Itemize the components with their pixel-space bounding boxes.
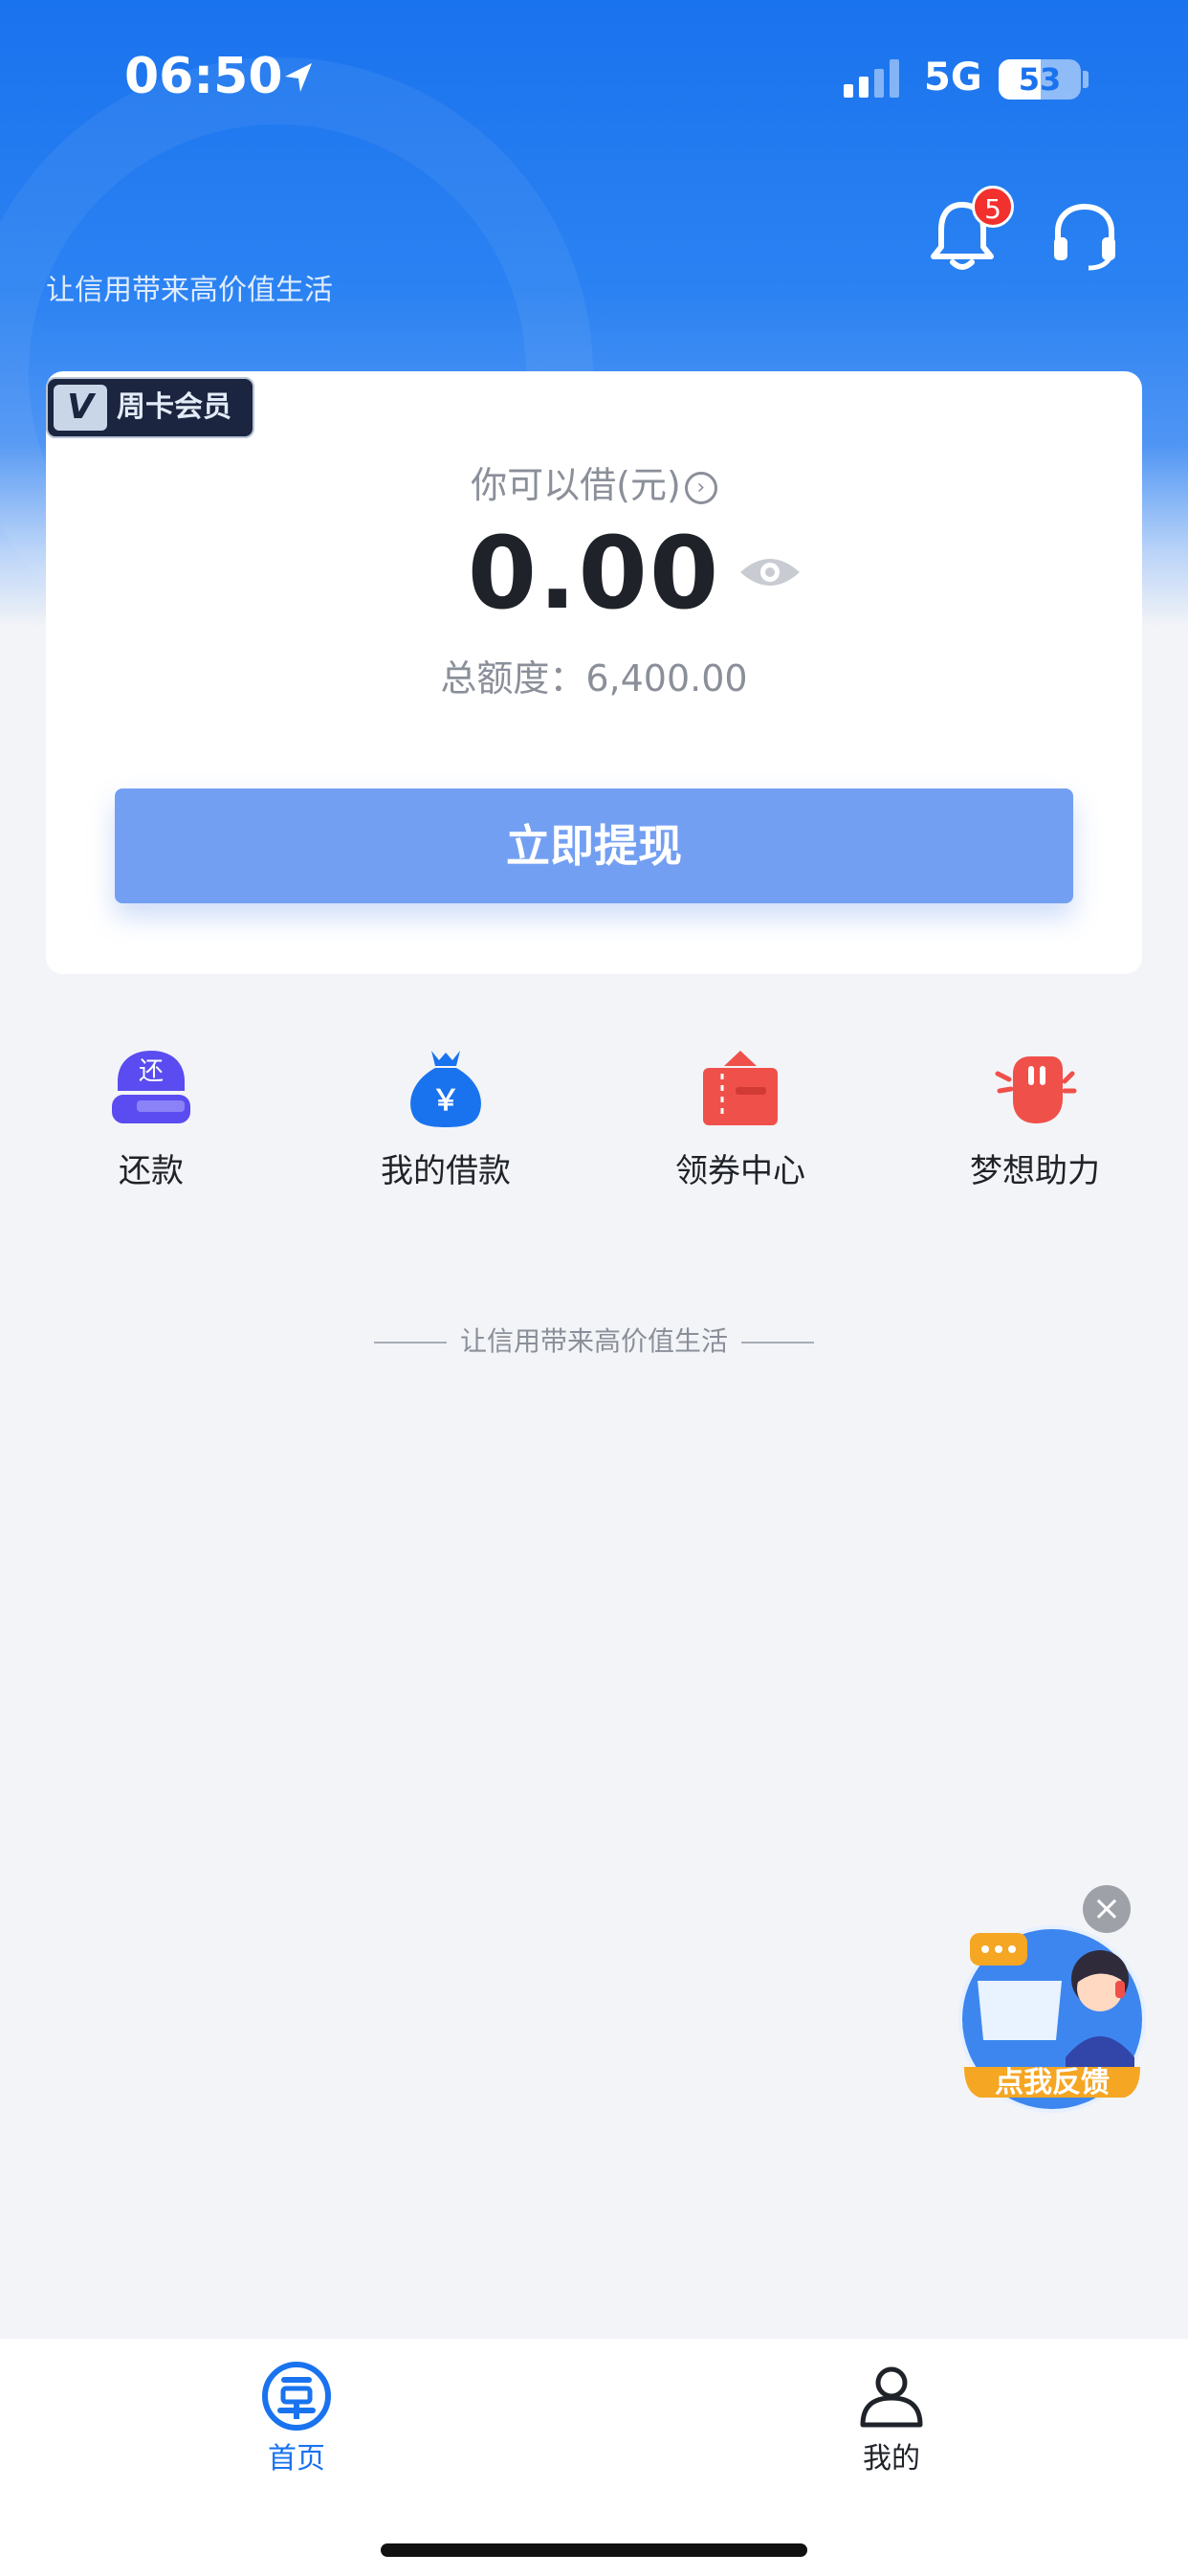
available-amount: 0.00 xyxy=(467,515,721,632)
repay-icon: 还 xyxy=(112,1051,190,1123)
vip-badge-label: 周卡会员 xyxy=(117,390,231,424)
battery-level: 53 xyxy=(1018,61,1062,98)
action-my-loans[interactable]: ￥ 我的借款 xyxy=(350,1045,541,1191)
location-arrow-icon xyxy=(285,63,312,92)
header-tagline: 让信用带来高价值生活 xyxy=(46,274,333,307)
customer-service-icon[interactable] xyxy=(1046,197,1123,274)
network-type: 5G xyxy=(924,56,982,100)
money-bag-icon: ￥ xyxy=(410,1051,481,1127)
loan-card: V 周卡会员 你可以借(元) › 0.00 总额度：6,400.00 立即提现 xyxy=(46,371,1142,974)
action-dream-boost[interactable]: 梦想助力 xyxy=(939,1045,1131,1191)
user-icon xyxy=(860,2366,923,2428)
battery-icon: 53 xyxy=(999,59,1081,100)
vip-badge[interactable]: V 周卡会员 xyxy=(46,377,254,438)
bottom-tab-bar: 首页 我的 xyxy=(0,2339,1188,2576)
action-coupon-center-label: 领券中心 xyxy=(675,1152,805,1190)
tab-mine-label: 我的 xyxy=(863,2442,920,2476)
home-indicator[interactable] xyxy=(381,2543,807,2557)
divider-left xyxy=(373,1342,447,1344)
repay-icon-glyph: 还 xyxy=(139,1057,164,1086)
home-logo-icon xyxy=(262,2362,331,2431)
fist-icon xyxy=(995,1056,1077,1123)
can-borrow-label: 你可以借(元) › xyxy=(46,455,1142,508)
can-borrow-text: 你可以借(元) xyxy=(471,464,681,506)
vip-logo-icon: V xyxy=(54,385,107,431)
status-time: 06:50 xyxy=(124,48,283,105)
action-dream-boost-label: 梦想助力 xyxy=(970,1152,1100,1190)
footer-slogan-text: 让信用带来高价值生活 xyxy=(459,1325,728,1357)
total-limit: 总额度：6,400.00 xyxy=(440,657,748,700)
signal-icon xyxy=(844,59,899,98)
feedback-label: 点我反馈 xyxy=(995,2066,1110,2099)
money-bag-icon-glyph: ￥ xyxy=(431,1084,460,1118)
coupon-icon xyxy=(703,1051,778,1125)
divider-right xyxy=(741,1342,814,1344)
action-my-loans-label: 我的借款 xyxy=(381,1152,511,1190)
tab-home-label: 首页 xyxy=(268,2442,325,2476)
battery-cap xyxy=(1083,71,1089,88)
feedback-float-button[interactable]: 点我反馈 xyxy=(957,1923,1148,2115)
action-repay-label: 还款 xyxy=(119,1152,184,1190)
action-coupon-center[interactable]: 领券中心 xyxy=(645,1045,836,1191)
footer-slogan: 让信用带来高价值生活 xyxy=(0,1321,1188,1359)
action-repay[interactable]: 还 还款 xyxy=(55,1045,247,1191)
notification-badge: 5 xyxy=(972,186,1014,228)
eye-icon[interactable] xyxy=(738,551,802,593)
tab-mine[interactable]: 我的 xyxy=(815,2360,968,2476)
tab-home[interactable]: 首页 xyxy=(220,2360,373,2476)
help-chevron-icon[interactable]: › xyxy=(684,471,717,504)
withdraw-button[interactable]: 立即提现 xyxy=(115,788,1073,903)
